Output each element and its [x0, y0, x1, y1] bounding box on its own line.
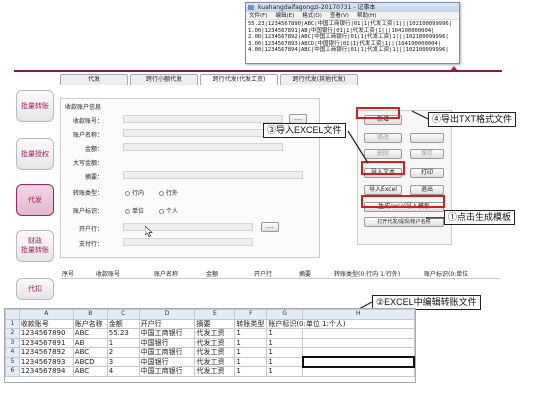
cell[interactable]: 1234567892 [18, 347, 74, 358]
col-letter[interactable]: A [18, 309, 74, 320]
col-letter[interactable]: D [138, 309, 196, 320]
table-row: 3 1234567891 AB 1 中国银行 代发工资 1 1 [5, 337, 415, 348]
cell[interactable]: 摘要 [194, 318, 236, 329]
cell[interactable]: 代发工资 [194, 337, 236, 348]
callout-import-excel: ③导入EXCEL文件 [263, 123, 346, 138]
row-number[interactable]: 4 [5, 347, 20, 358]
cell[interactable]: 1234567890 [18, 328, 74, 339]
cell[interactable] [302, 328, 415, 339]
cell[interactable]: 代发工资 [194, 328, 236, 339]
cell[interactable]: 1 [266, 328, 304, 339]
row-number[interactable]: 1 [5, 318, 20, 329]
table-row: 5 1234567893 ABCD 3 中国银行 代发工资 1 1 [5, 356, 416, 368]
cell[interactable]: 开户行 [138, 318, 196, 329]
cell[interactable]: 转账类型 [234, 318, 268, 329]
row-number[interactable]: 2 [5, 328, 20, 339]
cell[interactable]: 1 [106, 337, 140, 348]
table-row: 1 收款账号 账户名称 金额 开户行 摘要 转账类型 账户标识(0:单位 1:个… [5, 318, 415, 329]
cell[interactable]: ABC [72, 328, 108, 339]
cell[interactable]: 1234567894 [18, 366, 74, 377]
cell[interactable]: 1234567893 [18, 356, 74, 367]
cell[interactable]: 1 [266, 366, 304, 377]
cell[interactable]: AB [72, 337, 108, 348]
col-letter[interactable]: H [302, 309, 415, 320]
cell[interactable]: ABCD [72, 356, 108, 367]
cell[interactable]: 2 [106, 347, 140, 358]
cell[interactable]: 1 [234, 328, 268, 339]
cell[interactable]: 账户名称 [72, 318, 108, 329]
cell[interactable]: 1 [266, 337, 304, 348]
table-row: 4 1234567892 ABC 2 中国工商银行 代发工资 1 1 [5, 347, 415, 358]
corner-cell[interactable] [5, 309, 20, 320]
row-number[interactable]: 6 [5, 366, 20, 377]
cell[interactable]: 中国银行 [138, 337, 196, 348]
cell[interactable]: 中国工商银行 [138, 328, 196, 339]
col-letter[interactable]: G [266, 309, 304, 320]
cell[interactable]: 1 [266, 347, 304, 358]
cell[interactable]: 中国工商银行 [138, 347, 196, 358]
col-letter[interactable]: E [194, 309, 236, 320]
cell[interactable]: ABC [72, 366, 108, 377]
cell[interactable]: 收款账号 [18, 318, 74, 329]
cell[interactable]: 1 [234, 337, 268, 348]
cell[interactable]: ABC [72, 347, 108, 358]
excel-spreadsheet: A B C D E F G H 1 收款账号 账户名称 金额 开户行 摘要 转账… [4, 308, 416, 383]
cell[interactable]: 金额 [106, 318, 140, 329]
cell[interactable]: 1 [234, 347, 268, 358]
cell[interactable] [302, 347, 415, 358]
col-letter[interactable]: F [234, 309, 268, 320]
cell[interactable] [302, 337, 415, 348]
cell[interactable]: 代发工资 [194, 366, 236, 377]
cell[interactable]: 55.23 [106, 328, 140, 339]
cell[interactable]: 1 [234, 356, 268, 367]
cell[interactable]: 中国银行 [138, 356, 196, 367]
cell[interactable]: 4 [106, 366, 140, 377]
cell[interactable]: 中国工商银行 [138, 366, 196, 377]
cell[interactable]: 3 [106, 356, 140, 367]
col-letter[interactable]: B [72, 309, 108, 320]
cell[interactable]: 1 [266, 356, 304, 367]
row-number[interactable]: 5 [5, 356, 20, 367]
column-letter-row: A B C D E F G H [5, 309, 415, 320]
table-row: 2 1234567890 ABC 55.23 中国工商银行 代发工资 1 1 [5, 328, 415, 339]
cell[interactable]: 1234567891 [18, 337, 74, 348]
selected-cell[interactable] [301, 356, 416, 368]
callout-generate-template: ①点击生成模板 [444, 210, 516, 225]
callout-export-txt: ④导出TXT格式文件 [428, 112, 516, 127]
cell[interactable]: 代发工资 [194, 347, 236, 358]
cell[interactable]: 1 [234, 366, 268, 377]
cell[interactable]: 代发工资 [194, 356, 236, 367]
spreadsheet-grid: A B C D E F G H 1 收款账号 账户名称 金额 开户行 摘要 转账… [5, 309, 416, 377]
col-letter[interactable]: C [106, 309, 140, 320]
cell[interactable] [302, 366, 415, 377]
table-row: 6 1234567894 ABC 4 中国工商银行 代发工资 1 1 [5, 366, 415, 377]
cell[interactable]: 账户标识(0:单位 1:个人) [266, 318, 415, 329]
row-number[interactable]: 3 [5, 337, 20, 348]
